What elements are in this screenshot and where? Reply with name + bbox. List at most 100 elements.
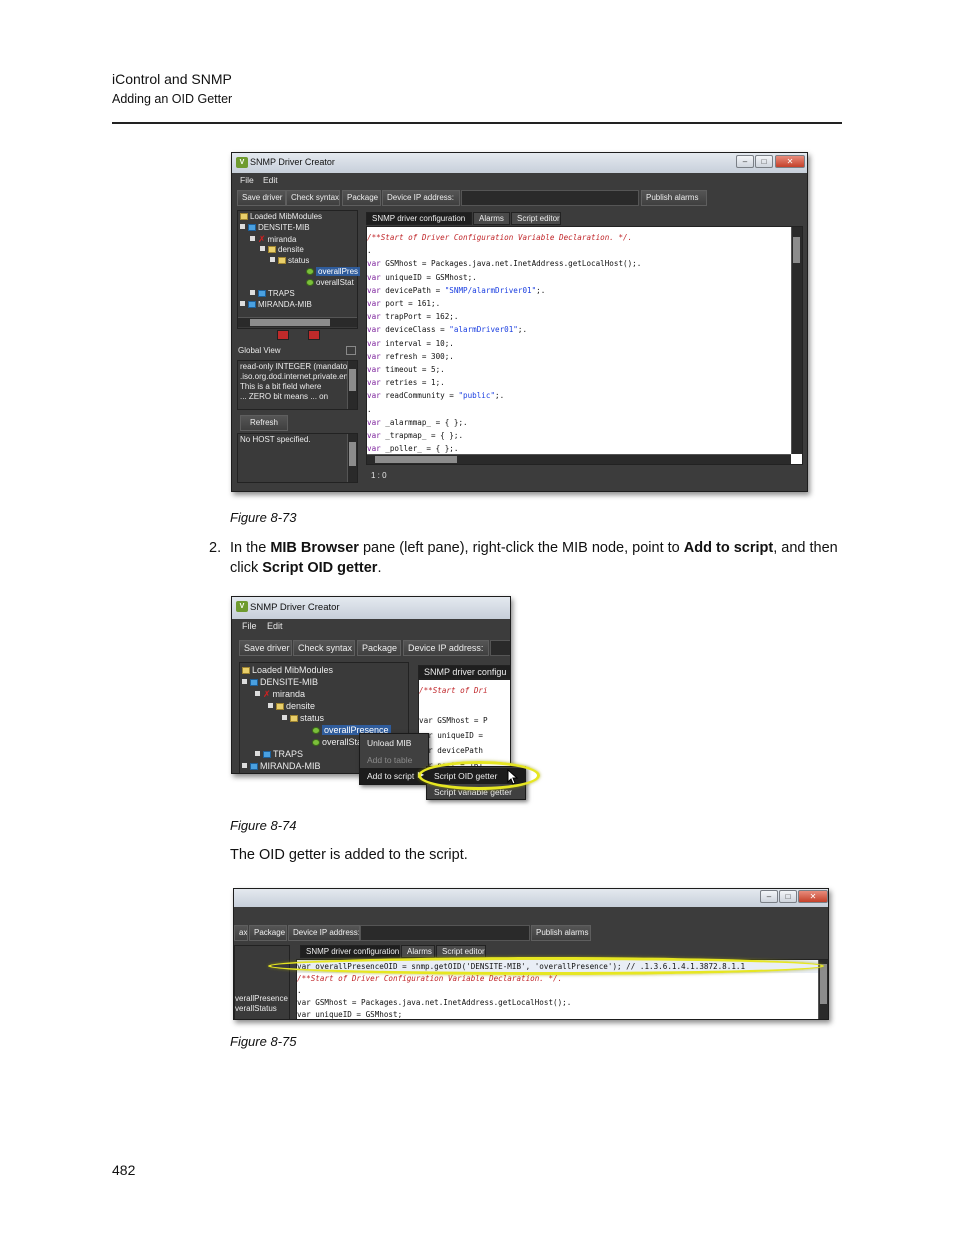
script-editor[interactable]: /**Start of Dri var GSMhost = P var uniq… xyxy=(418,679,510,773)
folder-icon xyxy=(240,213,248,220)
tree-node-miranda[interactable]: ✗ miranda xyxy=(250,234,296,245)
info-line: .iso.org.dod.internet.private.en xyxy=(240,372,349,381)
mib-browser-pane: verallPresence verallStatus xyxy=(234,945,290,1019)
move-up-icon[interactable] xyxy=(277,330,289,340)
tree-node-miranda[interactable]: ✗ miranda xyxy=(255,689,305,700)
tree-node-overall-presence[interactable]: overallPres xyxy=(306,267,361,276)
header-rule xyxy=(112,122,842,124)
collapse-icon[interactable] xyxy=(282,715,287,720)
refresh-button[interactable]: Refresh xyxy=(240,415,288,431)
tab-snmp-driver-configuration[interactable]: SNMP driver configu xyxy=(418,665,510,679)
code-line: var interval = 10;. xyxy=(367,338,454,348)
info-line: This is a bit field where xyxy=(240,382,322,391)
menu-file[interactable]: File xyxy=(242,621,257,631)
collapse-icon[interactable] xyxy=(242,679,247,684)
menu-item-add-to-table[interactable]: Add to table xyxy=(360,752,428,768)
close-icon[interactable]: ✕ xyxy=(798,890,828,903)
editor-vertical-scrollbar[interactable] xyxy=(791,227,802,454)
package-button[interactable]: Package xyxy=(249,925,287,941)
minimize-icon[interactable]: – xyxy=(760,890,778,903)
check-syntax-button[interactable]: Check syntax xyxy=(286,190,340,206)
tree-node-overall-status[interactable]: overallStat xyxy=(306,278,354,287)
expand-icon[interactable] xyxy=(255,751,260,756)
code-line: var readCommunity = "public";. xyxy=(367,391,505,401)
tree-node-root[interactable]: Loaded MibModules xyxy=(240,212,322,221)
page-number: 482 xyxy=(112,1162,136,1178)
folder-icon xyxy=(278,257,286,264)
host-vertical-scrollbar[interactable] xyxy=(347,434,357,482)
figure-74-caption: Figure 8-74 xyxy=(230,818,297,833)
expand-icon[interactable] xyxy=(250,290,255,295)
tree-node-densite-mib[interactable]: DENSITE-MIB xyxy=(242,677,318,687)
menu-file[interactable]: File xyxy=(240,175,254,185)
mib-browser-pane: Loaded MibModules DENSITE-MIB ✗ miranda d… xyxy=(237,210,361,329)
code-line: var timeout = 5;. xyxy=(367,365,445,374)
info-vertical-scrollbar[interactable] xyxy=(347,361,357,409)
script-editor[interactable]: /**Start of Driver Configuration Variabl… xyxy=(366,226,803,465)
code-line: var deviceClass = "alarmDriver01";. xyxy=(367,325,528,335)
window-title: SNMP Driver Creator xyxy=(250,602,340,613)
device-ip-input[interactable] xyxy=(490,640,510,656)
collapse-icon[interactable] xyxy=(260,246,265,251)
maximize-icon[interactable]: □ xyxy=(779,890,797,903)
collapse-icon[interactable] xyxy=(255,691,260,696)
leaf-icon xyxy=(312,727,320,734)
code-line: . xyxy=(367,246,372,256)
tree-node-miranda-mib[interactable]: MIRANDA-MIB xyxy=(242,761,321,771)
device-ip-input[interactable] xyxy=(360,925,530,941)
code-line: var refresh = 300;. xyxy=(367,351,454,361)
tree-node-overall-status[interactable]: verallStatus xyxy=(235,1004,277,1013)
tree-node-densite[interactable]: densite xyxy=(268,701,315,711)
close-icon[interactable]: ✕ xyxy=(775,155,805,168)
expand-icon[interactable] xyxy=(240,301,245,306)
publish-alarms-button[interactable]: Publish alarms xyxy=(641,190,707,206)
menu-edit[interactable]: Edit xyxy=(263,175,278,185)
tree-node-traps[interactable]: TRAPS xyxy=(255,749,303,759)
editor-vertical-scrollbar[interactable] xyxy=(818,960,828,1019)
tab-snmp-driver-configuration[interactable]: SNMP driver configuration xyxy=(300,945,400,958)
code-line: var devicePath = "SNMP/alarmDriver01";. xyxy=(367,285,546,295)
expand-icon[interactable] xyxy=(242,763,247,768)
check-syntax-button[interactable]: Check syntax xyxy=(293,640,355,656)
menu-item-unload-mib[interactable]: Unload MIB xyxy=(360,735,428,751)
device-ip-input[interactable] xyxy=(461,190,639,206)
save-driver-button[interactable]: Save driver xyxy=(239,640,292,656)
tree-horizontal-scrollbar[interactable] xyxy=(238,317,357,327)
error-icon: ✗ xyxy=(263,689,271,699)
publish-alarms-button[interactable]: Publish alarms xyxy=(531,925,591,941)
tree-node-status[interactable]: status xyxy=(282,713,324,723)
global-view-toggle[interactable] xyxy=(346,346,356,355)
collapse-icon[interactable] xyxy=(240,224,245,229)
package-button[interactable]: Package xyxy=(342,190,381,206)
save-driver-button[interactable]: Save driver xyxy=(237,190,286,206)
tab-script-editor[interactable]: Script editor xyxy=(436,945,486,958)
highlight-ellipse xyxy=(268,957,824,975)
code-line: var GSMhost = P xyxy=(419,716,488,725)
move-down-icon[interactable] xyxy=(308,330,320,340)
minimize-icon[interactable]: – xyxy=(736,155,754,168)
tree-node-root[interactable]: Loaded MibModules xyxy=(242,665,333,675)
tab-script-editor[interactable]: Script editor xyxy=(511,212,561,225)
collapse-icon[interactable] xyxy=(270,257,275,262)
tree-node-miranda-mib[interactable]: MIRANDA-MIB xyxy=(240,300,312,309)
collapse-icon[interactable] xyxy=(250,236,255,241)
tab-alarms[interactable]: Alarms xyxy=(401,945,435,958)
tree-node-traps[interactable]: TRAPS xyxy=(250,289,295,298)
folder-icon xyxy=(276,703,284,710)
window-titlebar: V SNMP Driver Creator – □ ✕ xyxy=(232,153,807,173)
tree-node-densite-mib[interactable]: DENSITE-MIB xyxy=(240,223,310,232)
maximize-icon[interactable]: □ xyxy=(755,155,773,168)
device-ip-label: Device IP address: xyxy=(288,925,360,941)
error-icon: ✗ xyxy=(258,234,266,244)
check-syntax-button[interactable]: ax xyxy=(234,925,248,941)
tree-node-status[interactable]: status xyxy=(270,256,309,265)
collapse-icon[interactable] xyxy=(268,703,273,708)
code-line: /**Start of Dri xyxy=(419,686,488,695)
tab-alarms[interactable]: Alarms xyxy=(473,212,510,225)
package-button[interactable]: Package xyxy=(357,640,401,656)
tree-node-overall-presence[interactable]: verallPresence xyxy=(235,994,288,1003)
tree-node-densite[interactable]: densite xyxy=(260,245,304,254)
tab-snmp-driver-configuration[interactable]: SNMP driver configuration xyxy=(366,212,472,225)
menu-edit[interactable]: Edit xyxy=(267,621,283,631)
editor-horizontal-scrollbar[interactable] xyxy=(367,454,791,464)
